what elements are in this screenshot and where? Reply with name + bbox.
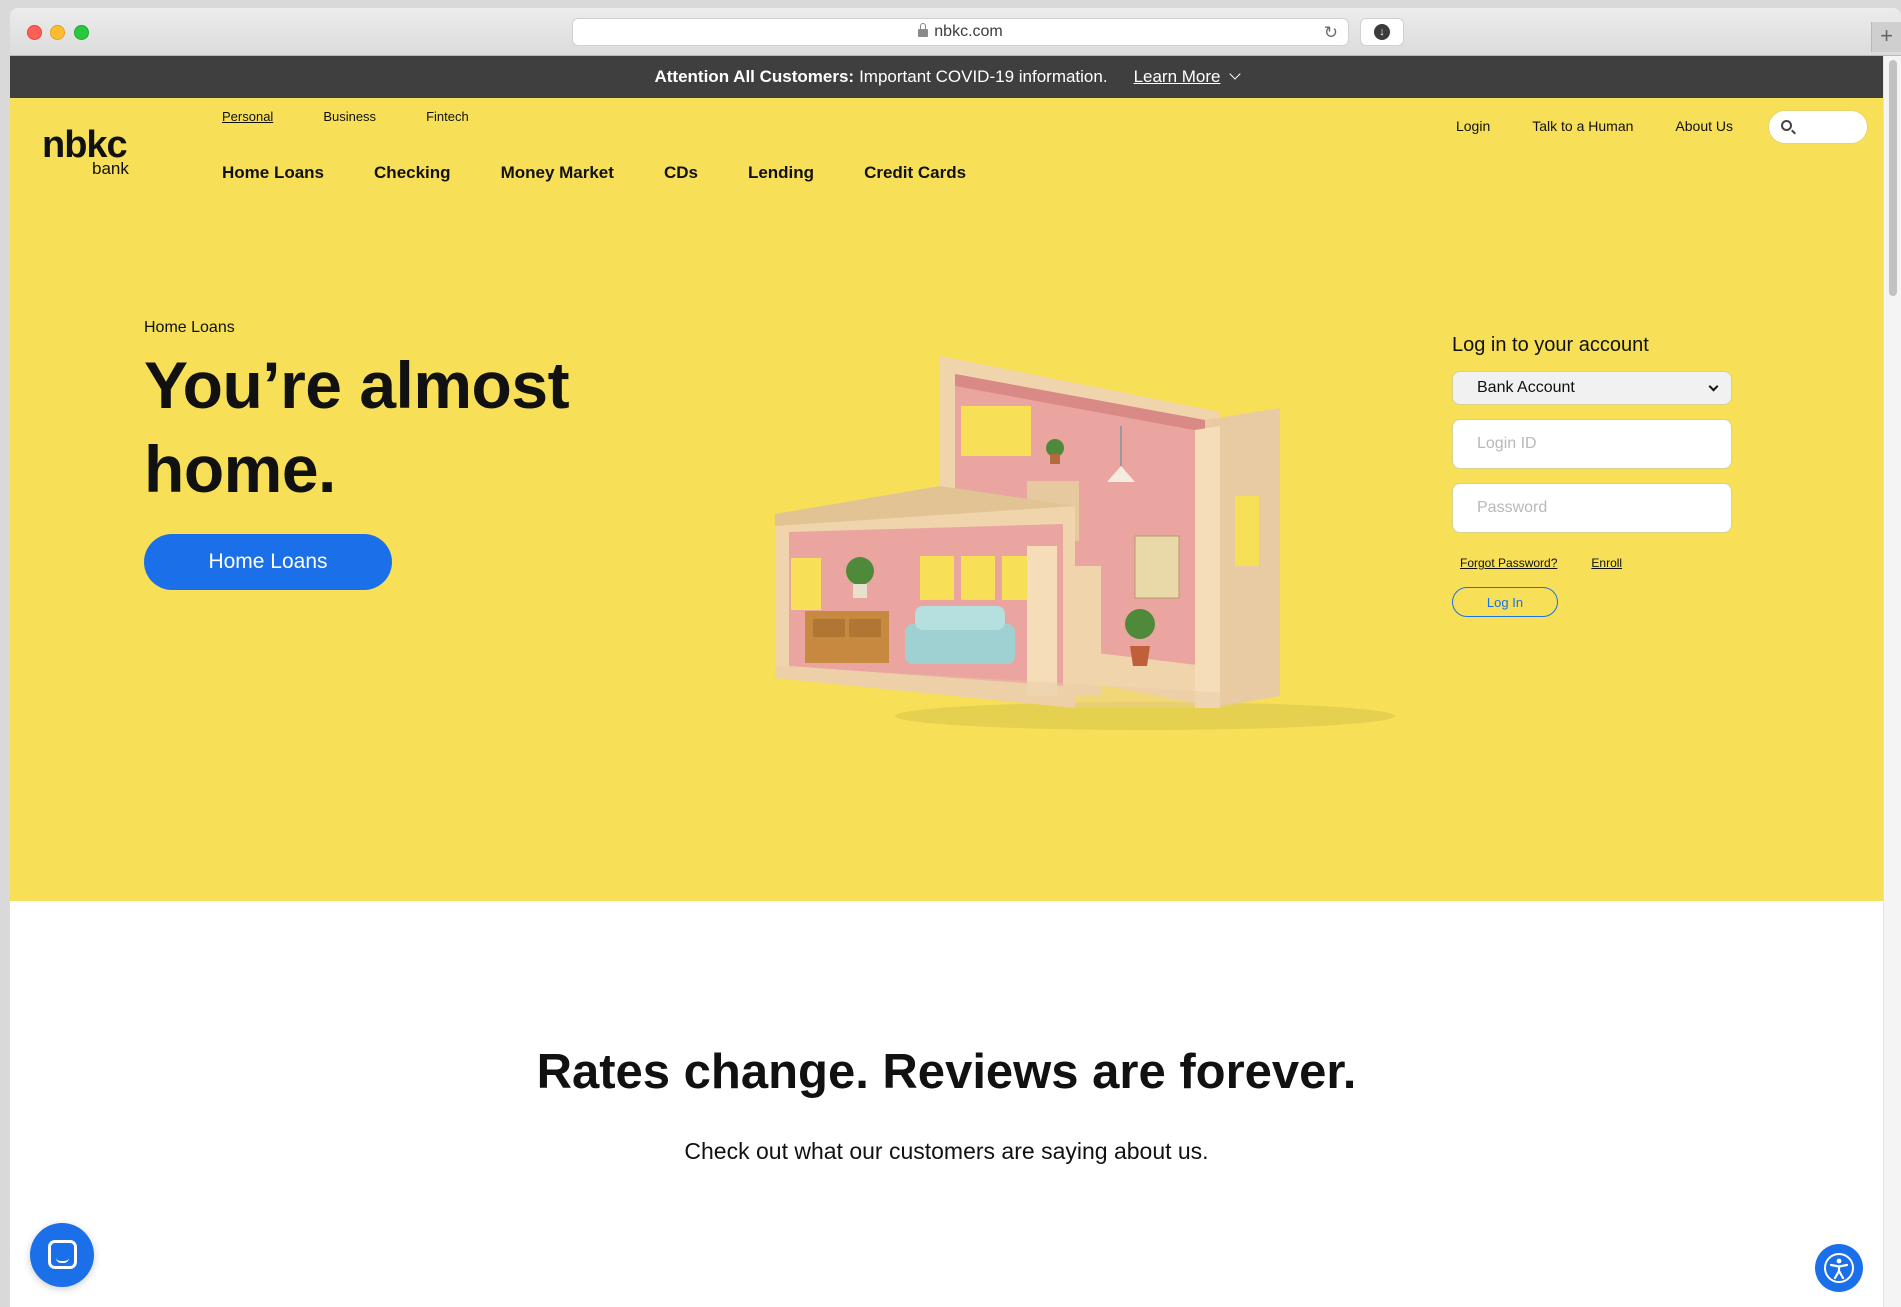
login-title: Log in to your account [1452,334,1649,356]
logo-main-text: nbkc [42,124,128,166]
breadcrumb[interactable]: Home Loans [144,319,235,337]
download-icon: ↓ [1374,24,1390,40]
web-page: Attention All Customers: Important COVID… [10,56,1883,1307]
account-type-value: Bank Account [1477,379,1575,396]
announcement-bar: Attention All Customers: Important COVID… [10,56,1883,98]
segment-fintech[interactable]: Fintech [426,109,469,124]
search-input[interactable] [1768,110,1868,144]
login-links: Forgot Password? Enroll [1460,556,1742,570]
lock-icon [918,23,929,37]
segment-personal[interactable]: Personal [222,109,273,124]
announcement-bold: Attention All Customers: [654,67,855,86]
forgot-password-link[interactable]: Forgot Password? [1460,556,1557,570]
utility-nav: Login Talk to a Human About Us [1456,118,1733,134]
learn-more-link[interactable]: Learn More [1134,67,1221,87]
chat-button[interactable] [30,1223,94,1287]
scrollbar-thumb[interactable] [1889,60,1897,296]
util-login[interactable]: Login [1456,118,1490,134]
nbkc-logo[interactable]: nbkc bank [42,124,142,178]
segment-nav: Personal Business Fintech [222,109,469,124]
enroll-link[interactable]: Enroll [1591,556,1622,570]
util-about-us[interactable]: About Us [1675,118,1733,134]
segment-business[interactable]: Business [323,109,376,124]
hero-section: nbkc bank Personal Business Fintech Home… [10,98,1883,901]
downloads-button[interactable]: ↓ [1360,18,1404,46]
browser-toolbar: nbkc.com ↻ ↓ + [10,8,1901,56]
announcement-text: Important COVID-19 information. [859,67,1108,86]
account-type-select[interactable]: Bank Account [1452,371,1732,405]
password-input[interactable] [1452,483,1732,533]
page-scrollbar[interactable] [1883,56,1901,1307]
address-bar[interactable]: nbkc.com ↻ [572,18,1349,46]
minimize-window-button[interactable] [50,25,65,40]
chevron-down-icon [1708,381,1719,392]
dollhouse-illustration [775,356,1395,730]
nav-home-loans[interactable]: Home Loans [222,163,324,183]
hero-headline: You’re almost home. [144,348,570,506]
log-in-button[interactable]: Log In [1452,587,1558,617]
url-text: nbkc.com [934,23,1003,40]
accessibility-button[interactable] [1815,1244,1863,1292]
reviews-subtitle: Check out what our customers are saying … [684,1138,1209,1164]
reload-icon[interactable]: ↻ [1324,23,1338,43]
login-id-input[interactable] [1452,419,1732,469]
chat-icon [48,1240,77,1269]
reviews-title: Rates change. Reviews are forever. [536,1045,1357,1099]
new-tab-button[interactable]: + [1871,22,1901,52]
util-talk-to-human[interactable]: Talk to a Human [1532,118,1633,134]
search-icon [1781,120,1792,131]
close-window-button[interactable] [27,25,42,40]
nav-checking[interactable]: Checking [374,163,451,183]
nav-credit-cards[interactable]: Credit Cards [864,163,966,183]
login-panel: Log in to your account Bank Account Forg… [1452,334,1742,617]
nav-cds[interactable]: CDs [664,163,698,183]
main-nav: Home Loans Checking Money Market CDs Len… [222,163,966,183]
nav-lending[interactable]: Lending [748,163,814,183]
home-loans-button[interactable]: Home Loans [144,534,392,590]
nav-money-market[interactable]: Money Market [501,163,614,183]
accessibility-icon [1824,1253,1854,1283]
logo-sub-text: bank [92,159,129,178]
chevron-down-icon[interactable] [1228,68,1241,80]
zoom-window-button[interactable] [74,25,89,40]
